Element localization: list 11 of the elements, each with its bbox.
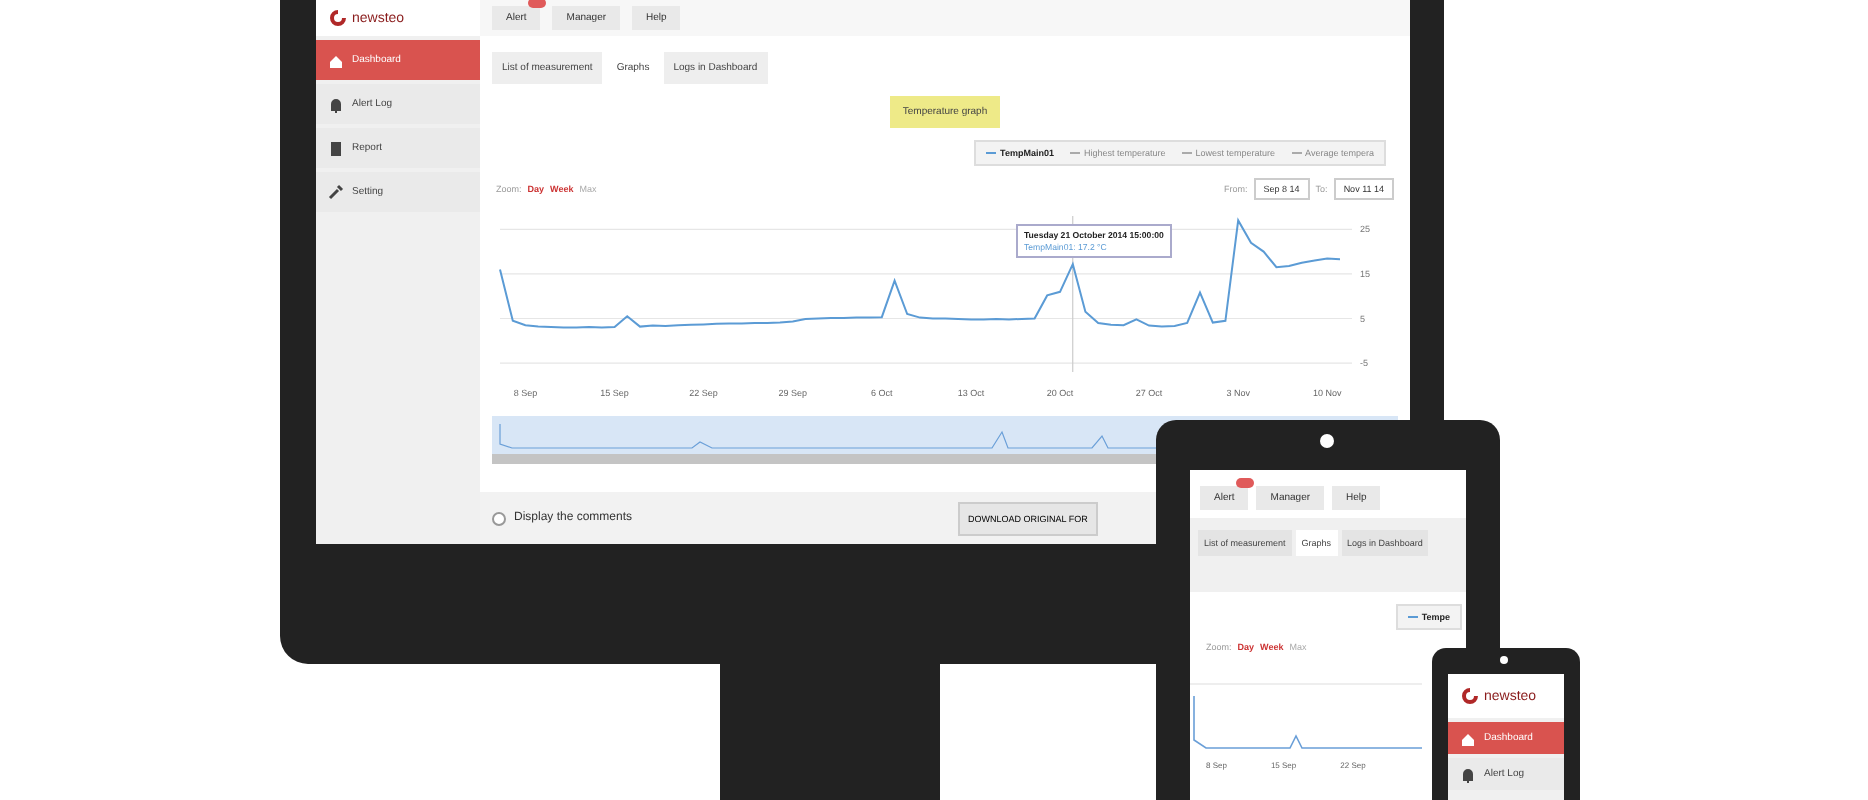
camera-dot xyxy=(1320,434,1334,448)
home-icon xyxy=(1460,729,1476,747)
logo-icon xyxy=(1460,686,1480,706)
home-icon xyxy=(328,51,344,69)
doc-icon xyxy=(328,139,344,157)
camera-dot xyxy=(1500,656,1508,664)
wrench-icon xyxy=(328,183,344,201)
logo-icon xyxy=(328,8,348,28)
bell-icon xyxy=(328,95,344,113)
bell-icon xyxy=(1460,765,1476,783)
comments-toggle[interactable] xyxy=(492,511,506,525)
